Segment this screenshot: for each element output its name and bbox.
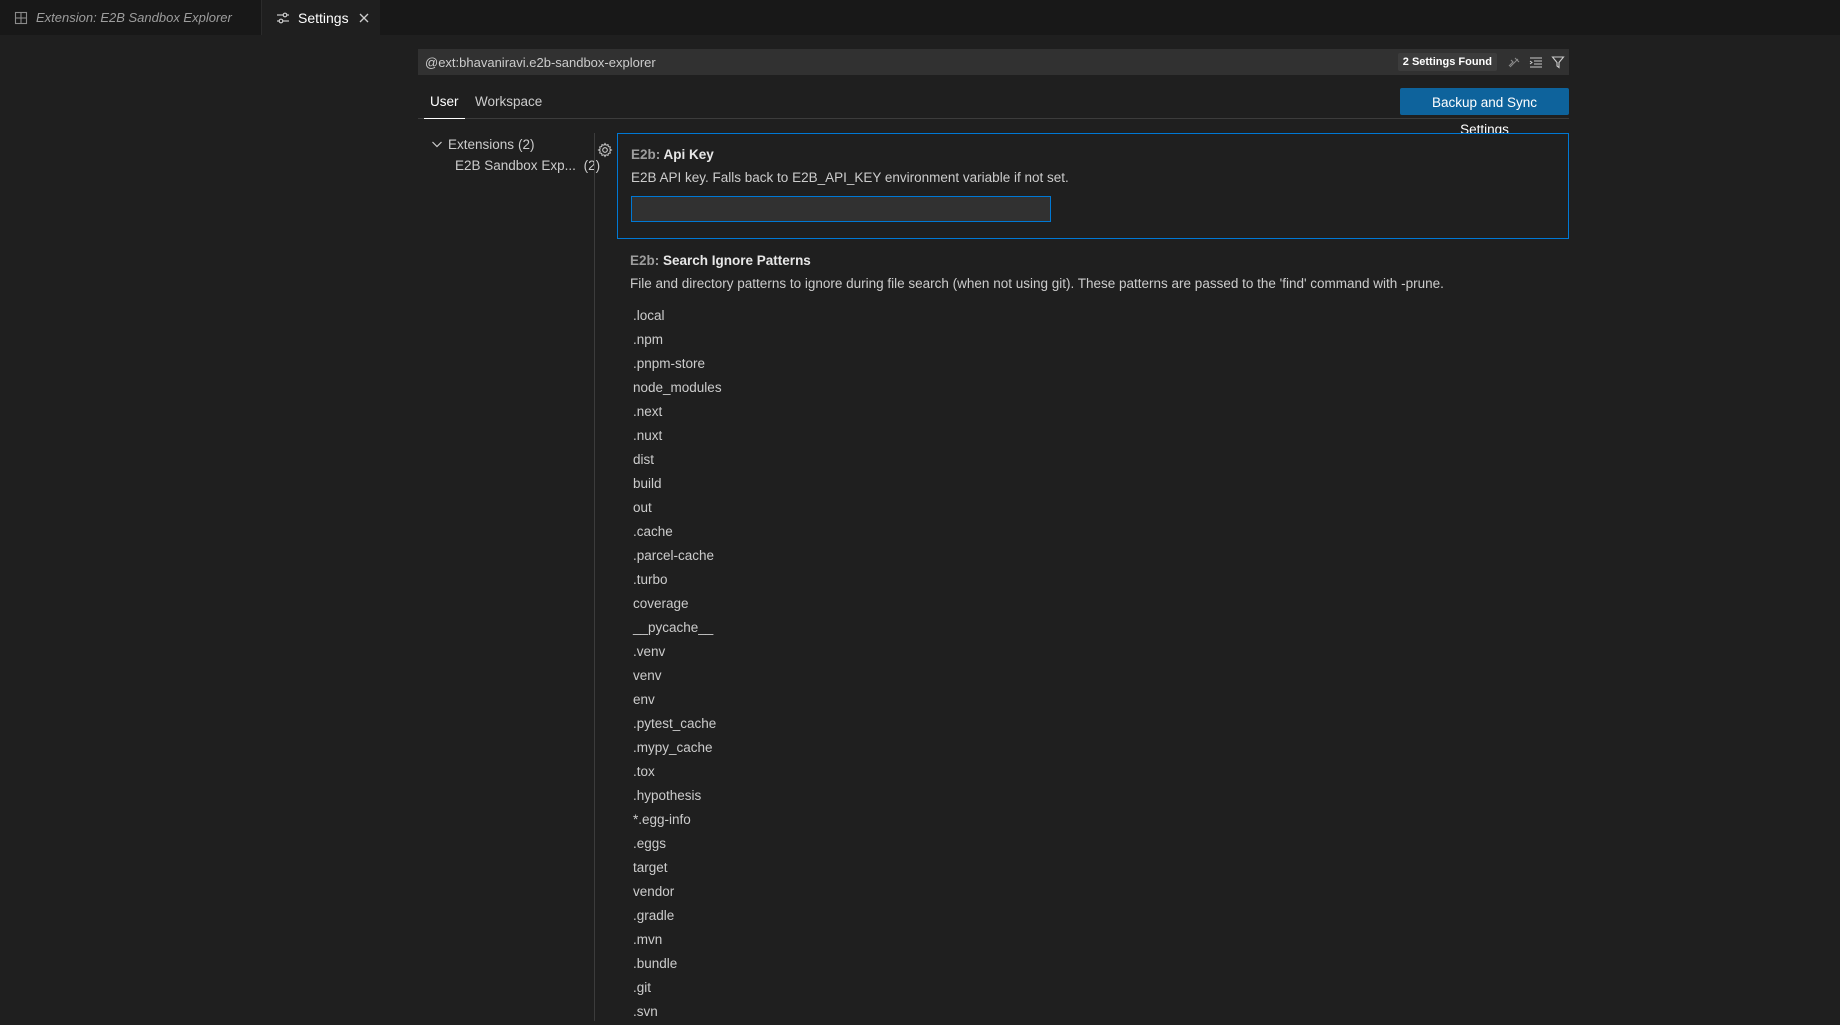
setting-name: Api Key <box>663 147 714 162</box>
filter-icon[interactable] <box>1547 51 1569 73</box>
tab-settings[interactable]: Settings <box>262 0 380 35</box>
list-item[interactable]: .next <box>633 401 722 425</box>
settings-sliders-icon <box>276 11 290 25</box>
list-item[interactable]: .turbo <box>633 569 722 593</box>
list-item[interactable]: .venv <box>633 641 722 665</box>
setting-description: File and directory patterns to ignore du… <box>630 276 1444 291</box>
gear-icon[interactable] <box>597 142 613 158</box>
toc-child-count: (2) <box>583 158 601 173</box>
list-item[interactable]: dist <box>633 449 722 473</box>
tab-label: Settings <box>298 9 349 26</box>
list-item[interactable]: .bundle <box>633 953 722 977</box>
list-item[interactable]: env <box>633 689 722 713</box>
toc-extensions-group[interactable]: Extensions (2) <box>429 136 535 152</box>
search-query[interactable]: @ext:bhavaniravi.e2b-sandbox-explorer <box>425 55 1398 70</box>
chevron-down-icon <box>429 136 445 152</box>
list-item[interactable]: .tox <box>633 761 722 785</box>
list-item[interactable]: .npm <box>633 329 722 353</box>
list-item[interactable]: build <box>633 473 722 497</box>
clear-filter-icon[interactable] <box>1503 51 1525 73</box>
list-item[interactable]: __pycache__ <box>633 617 722 641</box>
setting-name: Search Ignore Patterns <box>663 253 811 268</box>
ignore-patterns-list: .local .npm .pnpm-store node_modules .ne… <box>633 305 722 1025</box>
tab-label: Extension: E2B Sandbox Explorer <box>36 10 232 25</box>
list-item[interactable]: .gradle <box>633 905 722 929</box>
list-item[interactable]: .hypothesis <box>633 785 722 809</box>
settings-search-input[interactable]: @ext:bhavaniravi.e2b-sandbox-explorer 2 … <box>418 49 1569 75</box>
list-item[interactable]: .cache <box>633 521 722 545</box>
setting-category: E2b: <box>631 147 664 162</box>
setting-api-key: E2b: Api Key E2B API key. Falls back to … <box>617 133 1569 239</box>
list-item[interactable]: .svn <box>633 1001 722 1025</box>
list-item[interactable]: out <box>633 497 722 521</box>
collapse-all-icon[interactable] <box>1525 51 1547 73</box>
tab-user[interactable]: User <box>424 88 465 119</box>
list-item[interactable]: venv <box>633 665 722 689</box>
tab-extension-e2b[interactable]: Extension: E2B Sandbox Explorer <box>0 0 262 35</box>
tab-workspace[interactable]: Workspace <box>469 88 548 119</box>
list-item[interactable]: target <box>633 857 722 881</box>
settings-scope-tabs: User Workspace Backup and Sync Settings <box>418 88 1569 137</box>
list-item[interactable]: coverage <box>633 593 722 617</box>
list-item[interactable]: .local <box>633 305 722 329</box>
toc-divider <box>594 133 595 1021</box>
list-item[interactable]: .mvn <box>633 929 722 953</box>
editor-tab-bar: Extension: E2B Sandbox Explorer Settings <box>0 0 1840 35</box>
list-item[interactable]: .pytest_cache <box>633 713 722 737</box>
close-icon[interactable] <box>356 10 372 26</box>
list-item[interactable]: .nuxt <box>633 425 722 449</box>
setting-category: E2b: <box>630 253 664 268</box>
results-count-badge: 2 Settings Found <box>1397 53 1497 71</box>
list-item[interactable]: node_modules <box>633 377 722 401</box>
list-item[interactable]: .pnpm-store <box>633 353 722 377</box>
toc-group-count: (2) <box>518 136 535 152</box>
toc-group-label: Extensions <box>448 136 515 152</box>
list-item[interactable]: .mypy_cache <box>633 737 722 761</box>
list-item[interactable]: .eggs <box>633 833 722 857</box>
api-key-input[interactable] <box>631 196 1051 222</box>
list-item[interactable]: .parcel-cache <box>633 545 722 569</box>
list-item[interactable]: .git <box>633 977 722 1001</box>
setting-title: E2b: Api Key <box>631 147 714 162</box>
backup-sync-button[interactable]: Backup and Sync Settings <box>1400 88 1569 137</box>
setting-description: E2B API key. Falls back to E2B_API_KEY e… <box>631 170 1069 185</box>
setting-title: E2b: Search Ignore Patterns <box>630 253 811 268</box>
toc-child-label: E2B Sandbox Exp... <box>455 158 576 173</box>
extension-icon <box>14 11 28 25</box>
list-item[interactable]: *.egg-info <box>633 809 722 833</box>
list-item[interactable]: vendor <box>633 881 722 905</box>
toc-item-e2b-sandbox[interactable]: E2B Sandbox Exp... (2) <box>455 158 600 173</box>
